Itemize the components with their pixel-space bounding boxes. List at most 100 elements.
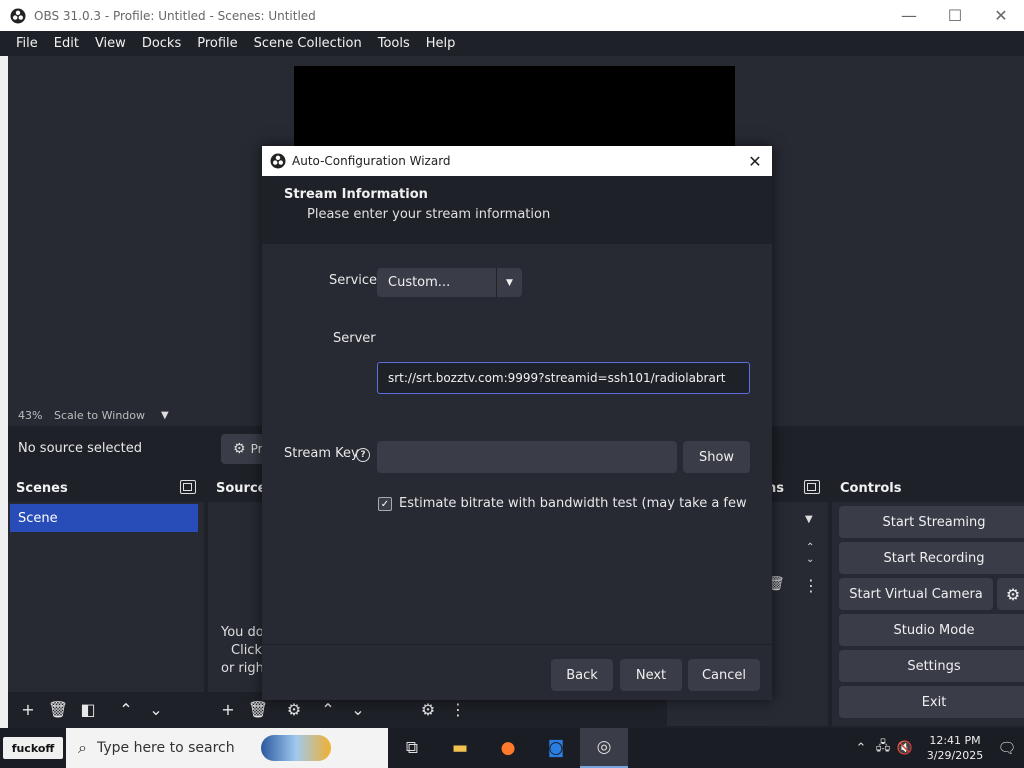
list-item[interactable]: Scene (10, 504, 198, 532)
menu-file[interactable]: File (8, 36, 46, 51)
bandwidth-test-label[interactable]: Estimate bitrate with bandwidth test (ma… (399, 496, 751, 511)
dialog-divider (262, 644, 772, 645)
start-recording-button[interactable]: Start Recording (839, 542, 1024, 574)
filters-icon[interactable]: ◧ (76, 697, 100, 721)
controls-dock-header: Controls (832, 474, 1024, 502)
chevron-down-icon: ▼ (496, 268, 522, 297)
studio-mode-button[interactable]: Studio Mode (839, 614, 1024, 646)
network-icon[interactable]: 🖧 (872, 737, 894, 759)
taskbar-clock[interactable]: 12:41 PM 3/29/2025 (920, 733, 990, 763)
auto-config-wizard-dialog: Auto-Configuration Wizard ✕ Stream Infor… (262, 146, 772, 700)
more-options-icon[interactable]: ⋮ (803, 576, 819, 595)
server-input[interactable] (377, 362, 750, 394)
windows-taskbar: fuckoff ⌕ Type here to search ⧉ ▬ ● ◙ ◎ … (0, 728, 1024, 768)
next-button[interactable]: Next (620, 659, 682, 691)
start-label: fuckoff (3, 737, 63, 759)
undock-icon[interactable] (804, 480, 820, 494)
menu-help[interactable]: Help (418, 36, 464, 51)
file-explorer-icon[interactable]: ▬ (436, 728, 484, 768)
add-icon[interactable]: + (216, 697, 240, 721)
start-button[interactable]: fuckoff (0, 728, 66, 768)
scenes-list: Scene (8, 502, 204, 692)
window-title: OBS 31.0.3 - Profile: Untitled - Scenes:… (34, 8, 316, 23)
move-down-icon[interactable]: ⌄ (346, 697, 370, 721)
more-options-icon[interactable]: ⋮ (446, 697, 470, 721)
menu-scene-collection[interactable]: Scene Collection (246, 36, 370, 51)
undock-icon[interactable] (180, 480, 196, 494)
outlook-icon[interactable]: ◙ (532, 728, 580, 768)
chevron-down-icon[interactable]: ▼ (161, 410, 169, 421)
exit-button[interactable]: Exit (839, 686, 1024, 718)
gear-icon: ⚙ (233, 441, 246, 457)
move-up-icon[interactable]: ⌃ (114, 697, 138, 721)
trash-icon[interactable]: 🗑 (246, 697, 270, 721)
scenes-toolbar: + 🗑 ◧ ⌃ ⌄ (8, 692, 204, 726)
cancel-button[interactable]: Cancel (688, 659, 760, 691)
back-button[interactable]: Back (551, 659, 613, 691)
obs-logo-icon (10, 8, 26, 23)
stream-key-label: Stream Key (284, 446, 359, 461)
scale-mode-select[interactable]: Scale to Window (54, 409, 145, 422)
gear-icon[interactable]: ⚙ (282, 697, 306, 721)
add-icon[interactable]: + (16, 697, 40, 721)
server-label: Server (333, 331, 376, 346)
settings-button[interactable]: Settings (839, 650, 1024, 682)
virtual-camera-settings-button[interactable]: ⚙ (997, 578, 1024, 610)
system-tray: ⌃ 🖧 🔇 12:41 PM 3/29/2025 🗨 (850, 728, 1024, 768)
show-hidden-icons-icon[interactable]: ⌃ (850, 741, 872, 756)
controls-dock-title: Controls (840, 480, 902, 496)
menu-edit[interactable]: Edit (46, 36, 87, 51)
show-key-button[interactable]: Show (683, 441, 750, 473)
properties-label: Pr (250, 442, 263, 456)
menu-view[interactable]: View (87, 36, 134, 51)
bandwidth-test-checkbox[interactable]: ✓ (378, 497, 392, 511)
menu-tools[interactable]: Tools (370, 36, 418, 51)
maximize-button[interactable]: ☐ (932, 0, 978, 31)
spin-down-icon[interactable]: ⌄ (806, 554, 814, 565)
clock-date: 3/29/2025 (926, 749, 984, 762)
search-icon: ⌕ (78, 738, 87, 757)
search-placeholder: Type here to search (96, 740, 235, 756)
trash-icon[interactable]: 🗑 (46, 697, 70, 721)
menu-docks[interactable]: Docks (134, 36, 189, 51)
settings-gear-icon[interactable]: ⚙ (416, 697, 440, 721)
no-source-label: No source selected (18, 440, 142, 456)
menubar: File Edit View Docks Profile Scene Colle… (0, 31, 1024, 56)
task-view-icon[interactable]: ⧉ (388, 728, 436, 768)
close-icon[interactable]: ✕ (744, 150, 766, 172)
move-up-icon[interactable]: ⌃ (316, 697, 340, 721)
scenes-dock: Scenes Scene + 🗑 ◧ ⌃ ⌄ (8, 474, 204, 726)
start-virtual-camera-button[interactable]: Start Virtual Camera (839, 578, 993, 610)
notifications-icon[interactable]: 🗨 (990, 739, 1024, 757)
window-titlebar: OBS 31.0.3 - Profile: Untitled - Scenes:… (0, 0, 1024, 31)
firefox-icon[interactable]: ● (484, 728, 532, 768)
spin-up-icon[interactable]: ⌃ (806, 542, 814, 553)
stream-key-input[interactable] (377, 441, 677, 473)
clock-time: 12:41 PM (929, 734, 981, 747)
zoom-percent: 43% (18, 408, 43, 422)
controls-dock: Controls Start Streaming Start Recording… (832, 474, 1024, 726)
service-select[interactable]: Custom... ▼ (377, 268, 522, 297)
chevron-down-icon[interactable]: ▼ (805, 514, 813, 525)
menu-profile[interactable]: Profile (189, 36, 245, 51)
obs-taskbar-icon[interactable]: ◎ (580, 728, 628, 768)
gear-icon: ⚙ (1005, 584, 1021, 604)
minimize-button[interactable]: — (886, 0, 932, 31)
wizard-page-title: Stream Information (284, 187, 428, 202)
wizard-page-subtitle: Please enter your stream information (307, 207, 551, 222)
scenes-dock-header: Scenes (8, 474, 204, 502)
service-value: Custom... (388, 275, 451, 290)
start-streaming-button[interactable]: Start Streaming (839, 506, 1024, 538)
taskbar-search[interactable]: ⌕ Type here to search (66, 728, 388, 768)
service-label: Service (329, 273, 378, 288)
left-edge-strip (0, 56, 8, 736)
wizard-page-header: Stream Information Please enter your str… (262, 176, 772, 244)
scenes-dock-title: Scenes (16, 480, 68, 496)
close-window-button[interactable]: ✕ (978, 0, 1024, 31)
controls-body: Start Streaming Start Recording Start Vi… (832, 502, 1024, 726)
move-down-icon[interactable]: ⌄ (144, 697, 168, 721)
obs-logo-icon (270, 153, 286, 169)
help-icon[interactable]: ? (356, 448, 370, 462)
dialog-titlebar: Auto-Configuration Wizard ✕ (262, 146, 772, 176)
volume-muted-icon[interactable]: 🔇 (894, 741, 916, 756)
